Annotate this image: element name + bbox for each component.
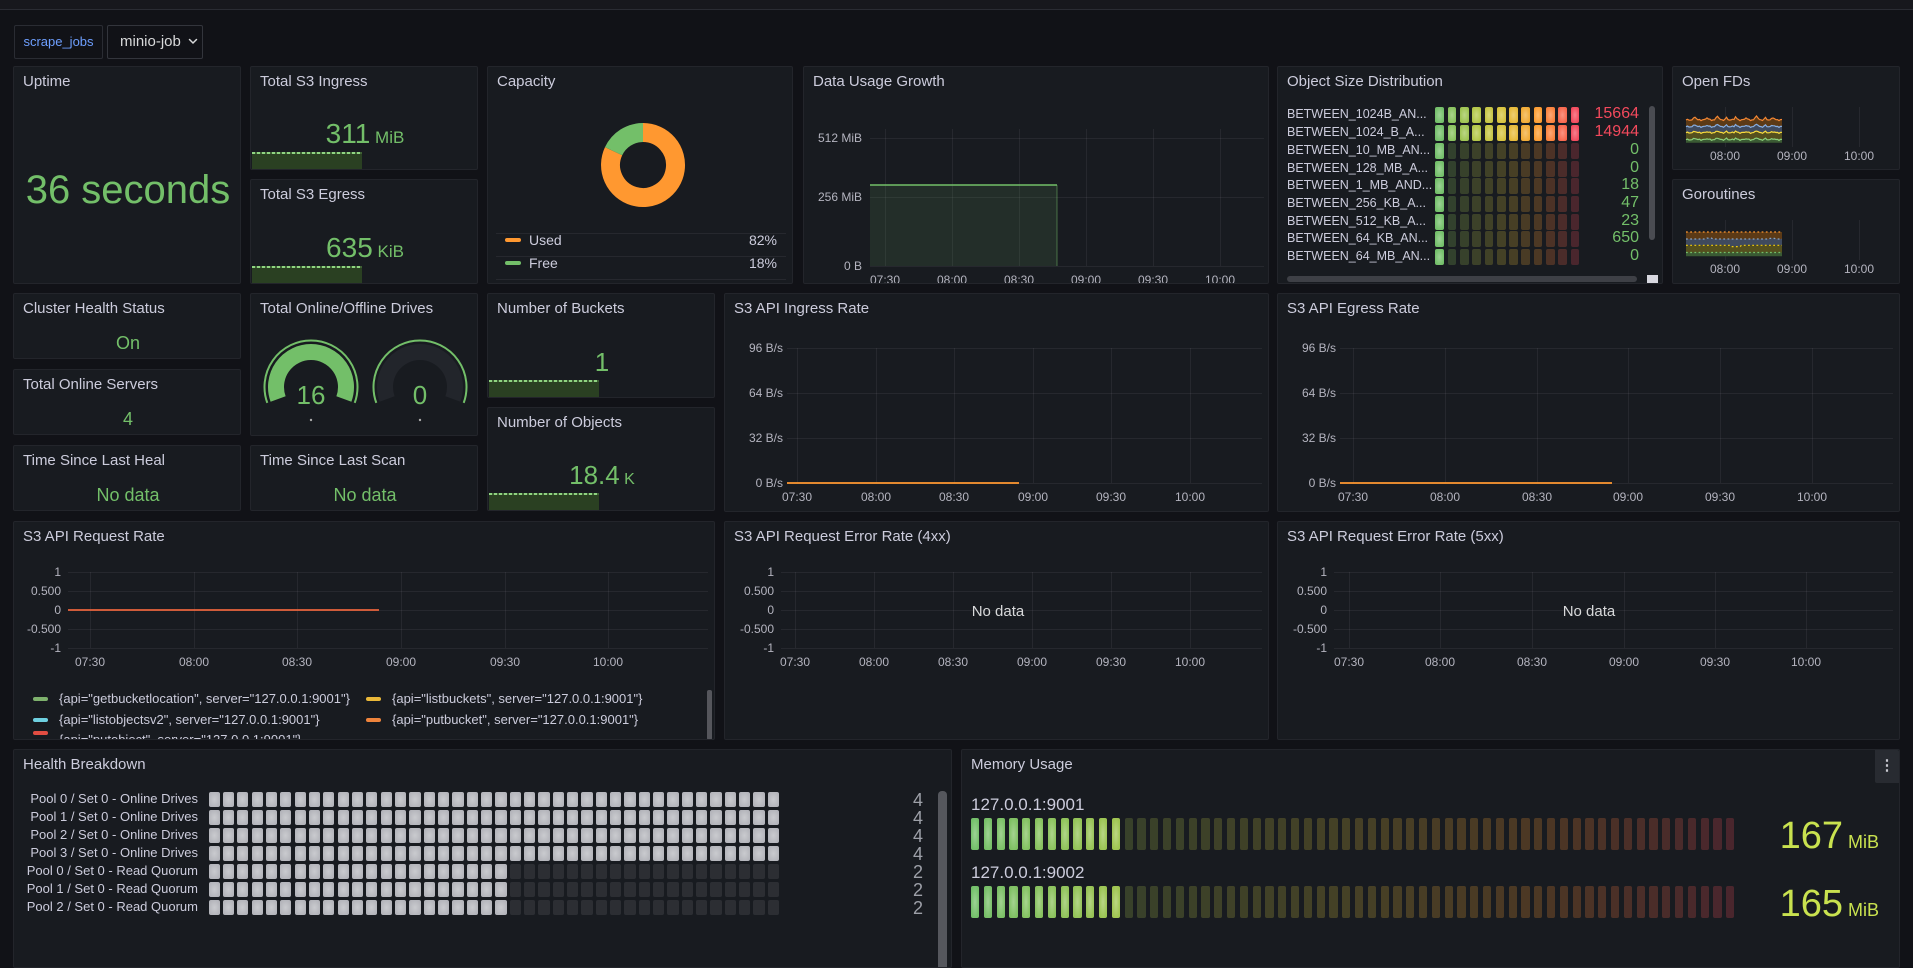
svg-text:Free: Free	[529, 255, 558, 271]
svg-text:No data: No data	[972, 603, 1025, 620]
svg-text:0 B: 0 B	[844, 259, 862, 273]
svg-text:09:00: 09:00	[1018, 490, 1048, 504]
svg-text:09:00: 09:00	[1613, 490, 1643, 504]
svg-text:09:00: 09:00	[1609, 655, 1639, 669]
svg-text:18%: 18%	[749, 255, 777, 271]
svg-text:-0.500: -0.500	[27, 622, 61, 636]
svg-text:96 B/s: 96 B/s	[749, 341, 783, 355]
svg-text:08:30: 08:30	[1517, 655, 1547, 669]
svg-text:0: 0	[54, 603, 61, 617]
svg-text:64 B/s: 64 B/s	[1302, 386, 1336, 400]
svg-text:07:30: 07:30	[782, 490, 812, 504]
svg-text:09:30: 09:30	[1096, 490, 1126, 504]
svg-text:0: 0	[767, 603, 774, 617]
svg-text:1: 1	[1320, 565, 1327, 579]
svg-text:0 B/s: 0 B/s	[756, 476, 783, 490]
svg-text:No data: No data	[1563, 603, 1616, 620]
svg-text:0.500: 0.500	[744, 584, 774, 598]
svg-text:07:30: 07:30	[870, 273, 900, 284]
svg-text:32 B/s: 32 B/s	[749, 431, 783, 445]
svg-text:09:30: 09:30	[1705, 490, 1735, 504]
svg-text:256 MiB: 256 MiB	[818, 190, 862, 204]
svg-text:1: 1	[767, 565, 774, 579]
svg-text:08:00: 08:00	[1430, 490, 1460, 504]
svg-text:0: 0	[1320, 603, 1327, 617]
svg-text:09:00: 09:00	[1017, 655, 1047, 669]
svg-text:07:30: 07:30	[1334, 655, 1364, 669]
svg-text:09:30: 09:30	[1700, 655, 1730, 669]
svg-text:10:00: 10:00	[1175, 490, 1205, 504]
svg-text:82%: 82%	[749, 232, 777, 248]
svg-text:08:00: 08:00	[1710, 262, 1740, 276]
svg-text:08:30: 08:30	[1004, 273, 1034, 284]
svg-text:0 B/s: 0 B/s	[1309, 476, 1336, 490]
svg-text:07:30: 07:30	[75, 655, 105, 669]
svg-text:07:30: 07:30	[1338, 490, 1368, 504]
svg-text:09:00: 09:00	[386, 655, 416, 669]
svg-text:96 B/s: 96 B/s	[1302, 341, 1336, 355]
svg-text:10:00: 10:00	[1175, 655, 1205, 669]
svg-text:09:00: 09:00	[1071, 273, 1101, 284]
svg-text:08:30: 08:30	[1522, 490, 1552, 504]
svg-text:-1: -1	[1316, 641, 1327, 655]
svg-text:-1: -1	[763, 641, 774, 655]
svg-text:08:00: 08:00	[1710, 149, 1740, 163]
svg-text:09:30: 09:30	[1138, 273, 1168, 284]
svg-text:08:30: 08:30	[282, 655, 312, 669]
svg-text:08:00: 08:00	[861, 490, 891, 504]
svg-text:512 MiB: 512 MiB	[818, 131, 862, 145]
svg-text:08:00: 08:00	[937, 273, 967, 284]
svg-text:10:00: 10:00	[1844, 262, 1874, 276]
svg-text:10:00: 10:00	[1791, 655, 1821, 669]
svg-text:09:00: 09:00	[1777, 262, 1807, 276]
svg-text:09:00: 09:00	[1777, 149, 1807, 163]
svg-text:16: 16	[297, 380, 326, 410]
svg-text:08:30: 08:30	[939, 490, 969, 504]
svg-text:08:00: 08:00	[179, 655, 209, 669]
svg-text:Used: Used	[529, 232, 562, 248]
svg-text:0: 0	[413, 380, 427, 410]
svg-text:0.500: 0.500	[1297, 584, 1327, 598]
svg-text:-0.500: -0.500	[1293, 622, 1327, 636]
svg-text:10:00: 10:00	[1844, 149, 1874, 163]
svg-text:09:30: 09:30	[490, 655, 520, 669]
svg-text:32 B/s: 32 B/s	[1302, 431, 1336, 445]
svg-text:08:00: 08:00	[1425, 655, 1455, 669]
svg-text:08:30: 08:30	[938, 655, 968, 669]
svg-text:07:30: 07:30	[780, 655, 810, 669]
svg-text:09:30: 09:30	[1096, 655, 1126, 669]
svg-text:10:00: 10:00	[593, 655, 623, 669]
svg-text:08:00: 08:00	[859, 655, 889, 669]
svg-text:1: 1	[54, 565, 61, 579]
svg-text:-0.500: -0.500	[740, 622, 774, 636]
svg-text:10:00: 10:00	[1797, 490, 1827, 504]
svg-text:10:00: 10:00	[1205, 273, 1235, 284]
svg-text:64 B/s: 64 B/s	[749, 386, 783, 400]
svg-text:0.500: 0.500	[31, 584, 61, 598]
svg-text:-1: -1	[50, 641, 61, 655]
